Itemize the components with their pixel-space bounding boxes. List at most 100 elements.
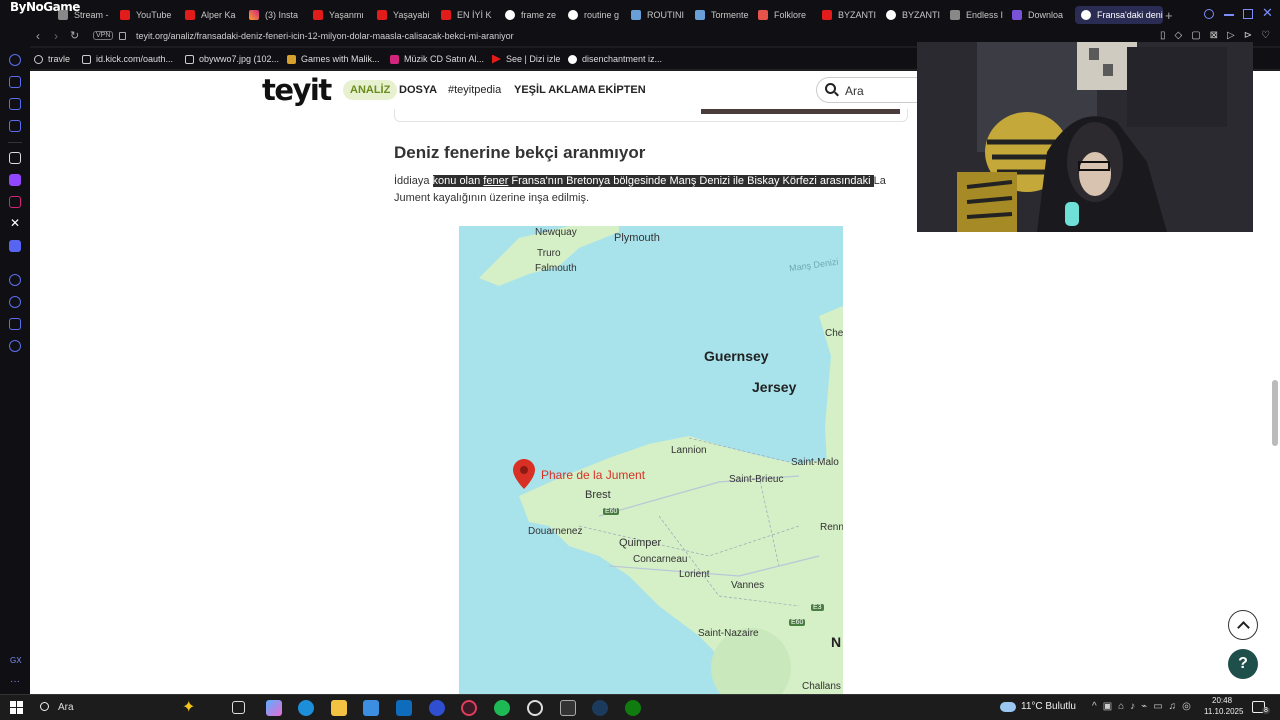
google-icon	[505, 10, 515, 20]
sidebar-discord-icon[interactable]	[9, 240, 21, 252]
clock-time[interactable]: 20:48	[1212, 696, 1232, 705]
browser-tab[interactable]: (3) Insta	[249, 6, 307, 24]
fener-link[interactable]: fener	[483, 175, 508, 187]
page-scrollbar[interactable]	[1272, 380, 1278, 446]
sidebar-more-icon[interactable]: ···	[10, 676, 20, 687]
browser-tab[interactable]: Fransa'daki deniz	[1075, 6, 1163, 24]
play-icon	[492, 54, 501, 64]
sidebar-divider	[8, 142, 22, 143]
map-label: Saint-Nazaire	[698, 628, 759, 639]
opera-gx-icon[interactable]	[461, 700, 477, 716]
sidebar-gx-icon[interactable]: GX	[10, 656, 22, 665]
close-icon[interactable]: ✕	[1262, 5, 1273, 21]
search-tabs-icon[interactable]	[1204, 9, 1214, 19]
bookmark-item[interactable]: obywwo7.jpg (102...	[185, 54, 279, 64]
tab-label: Yaşanmı	[329, 10, 364, 20]
sidebar-pin-icon[interactable]	[9, 76, 21, 88]
weather-text[interactable]: 11°C Bulutlu	[1021, 701, 1076, 712]
url-field[interactable]: teyit.org/analiz/fransadaki-deniz-feneri…	[136, 31, 514, 41]
browser-tab[interactable]: Endless I	[950, 6, 1008, 24]
webcam-feed-image	[917, 42, 1253, 232]
sidebar-history-icon[interactable]	[9, 296, 21, 308]
nav-teyitpedia[interactable]: #teyitpedia	[448, 84, 501, 96]
edge-icon[interactable]	[298, 700, 314, 716]
help-button[interactable]: ?	[1228, 649, 1258, 679]
sidebar-messenger-icon[interactable]	[9, 98, 21, 110]
tab-label: YouTube	[136, 10, 172, 20]
steam-icon[interactable]	[592, 700, 608, 716]
copilot-icon[interactable]	[266, 700, 282, 716]
taskbar-search[interactable]: Ara ✦	[32, 697, 218, 719]
clock-date[interactable]: 11.10.2025	[1204, 707, 1243, 716]
map-label: Quimper	[619, 537, 662, 549]
browser-tab[interactable]: frame ze	[505, 6, 563, 24]
browser-tab[interactable]: EN İYİ K	[441, 6, 499, 24]
map-embed[interactable]: Newquay Plymouth Truro Falmouth Manş Den…	[459, 226, 843, 694]
scroll-top-button[interactable]	[1228, 610, 1258, 640]
map-label: N	[831, 634, 842, 650]
bookmark-item[interactable]: Müzik CD Satın Al...	[390, 54, 484, 64]
sidebar-sync-icon[interactable]	[9, 54, 21, 66]
sidebar-cube-icon[interactable]	[9, 318, 21, 330]
minimize-icon[interactable]	[1224, 14, 1234, 16]
windows-start-icon[interactable]	[10, 701, 23, 714]
browser-tab[interactable]: BYZANTI	[822, 6, 880, 24]
new-tab-button[interactable]: +	[1165, 8, 1173, 23]
browser-tab[interactable]: YouTube	[120, 6, 178, 24]
article-heading: Deniz fenerine bekçi aranmıyor	[394, 143, 646, 162]
browser-tab[interactable]: ROUTINI	[631, 6, 689, 24]
maximize-icon[interactable]	[1243, 9, 1253, 19]
browser-tab[interactable]: BYZANTI	[886, 6, 944, 24]
nav-analiz[interactable]: ANALİZ	[343, 80, 398, 100]
back-icon[interactable]: ‹	[36, 29, 40, 43]
sidebar-player-icon[interactable]	[9, 274, 21, 286]
tab-label: Tormente	[711, 10, 749, 20]
browser-tab[interactable]: Folklore	[758, 6, 816, 24]
nav-yesil-aklama[interactable]: YEŞİL AKLAMA	[514, 84, 596, 96]
obs-icon[interactable]	[527, 700, 543, 716]
app-icon[interactable]	[429, 700, 445, 716]
forward-icon[interactable]: ›	[54, 29, 58, 43]
bookmark-item[interactable]: See | Dizi izle	[492, 54, 560, 64]
vpn-badge[interactable]: VPN	[93, 31, 114, 40]
xbox-icon[interactable]	[625, 700, 641, 716]
previous-card-image	[701, 109, 900, 114]
site-logo[interactable]: teyit	[262, 73, 332, 107]
sidebar-x-icon[interactable]: ✕	[10, 216, 20, 230]
browser-tab[interactable]: routine g	[568, 6, 626, 24]
map-label: Falmouth	[535, 263, 577, 274]
bookmark-item[interactable]: id.kick.com/oauth...	[82, 54, 173, 64]
store-icon[interactable]	[363, 700, 379, 716]
sidebar-m-icon[interactable]	[9, 120, 21, 132]
google-icon	[568, 10, 578, 20]
nav-ekipten[interactable]: EKİPTEN	[598, 84, 646, 96]
nav-dosya[interactable]: DOSYA	[399, 84, 437, 96]
outlook-icon[interactable]	[396, 700, 412, 716]
map-pin-icon[interactable]	[513, 459, 535, 489]
epic-games-icon[interactable]	[560, 700, 576, 716]
browser-tab[interactable]: Yaşayabi	[377, 6, 435, 24]
weather-icon	[1000, 702, 1016, 712]
map-label: Truro	[537, 248, 561, 259]
youtube-icon	[120, 10, 130, 20]
sidebar-settings-icon[interactable]	[9, 340, 21, 352]
browser-tab[interactable]: Alper Ka	[185, 6, 243, 24]
file-explorer-icon[interactable]	[331, 700, 347, 716]
bookmark-item[interactable]: disenchantment iz...	[568, 54, 662, 64]
task-view-icon[interactable]	[232, 701, 245, 714]
sidebar-app-icon[interactable]	[9, 152, 21, 164]
reload-icon[interactable]: ↻	[70, 29, 79, 42]
bookmark-item[interactable]: Games with Malik...	[287, 54, 380, 64]
browser-tab[interactable]: Stream -	[58, 6, 116, 24]
browser-tab[interactable]: Downloa	[1012, 6, 1070, 24]
tray-icons[interactable]: ^▣⌂♪⌁▭♫◎	[1092, 701, 1197, 712]
browser-tab[interactable]: Tormente	[695, 6, 753, 24]
map-label: E3	[811, 604, 824, 611]
spotify-icon[interactable]	[494, 700, 510, 716]
sidebar-twitch-icon[interactable]	[9, 174, 21, 186]
toolbar-icons: ▯◇▢⊠▷⊳♡	[1160, 30, 1280, 41]
bookmark-item[interactable]: travle	[34, 54, 70, 64]
browser-tab[interactable]: Yaşanmı	[313, 6, 371, 24]
instagram-icon	[249, 10, 259, 20]
sidebar-instagram-icon[interactable]	[9, 196, 21, 208]
